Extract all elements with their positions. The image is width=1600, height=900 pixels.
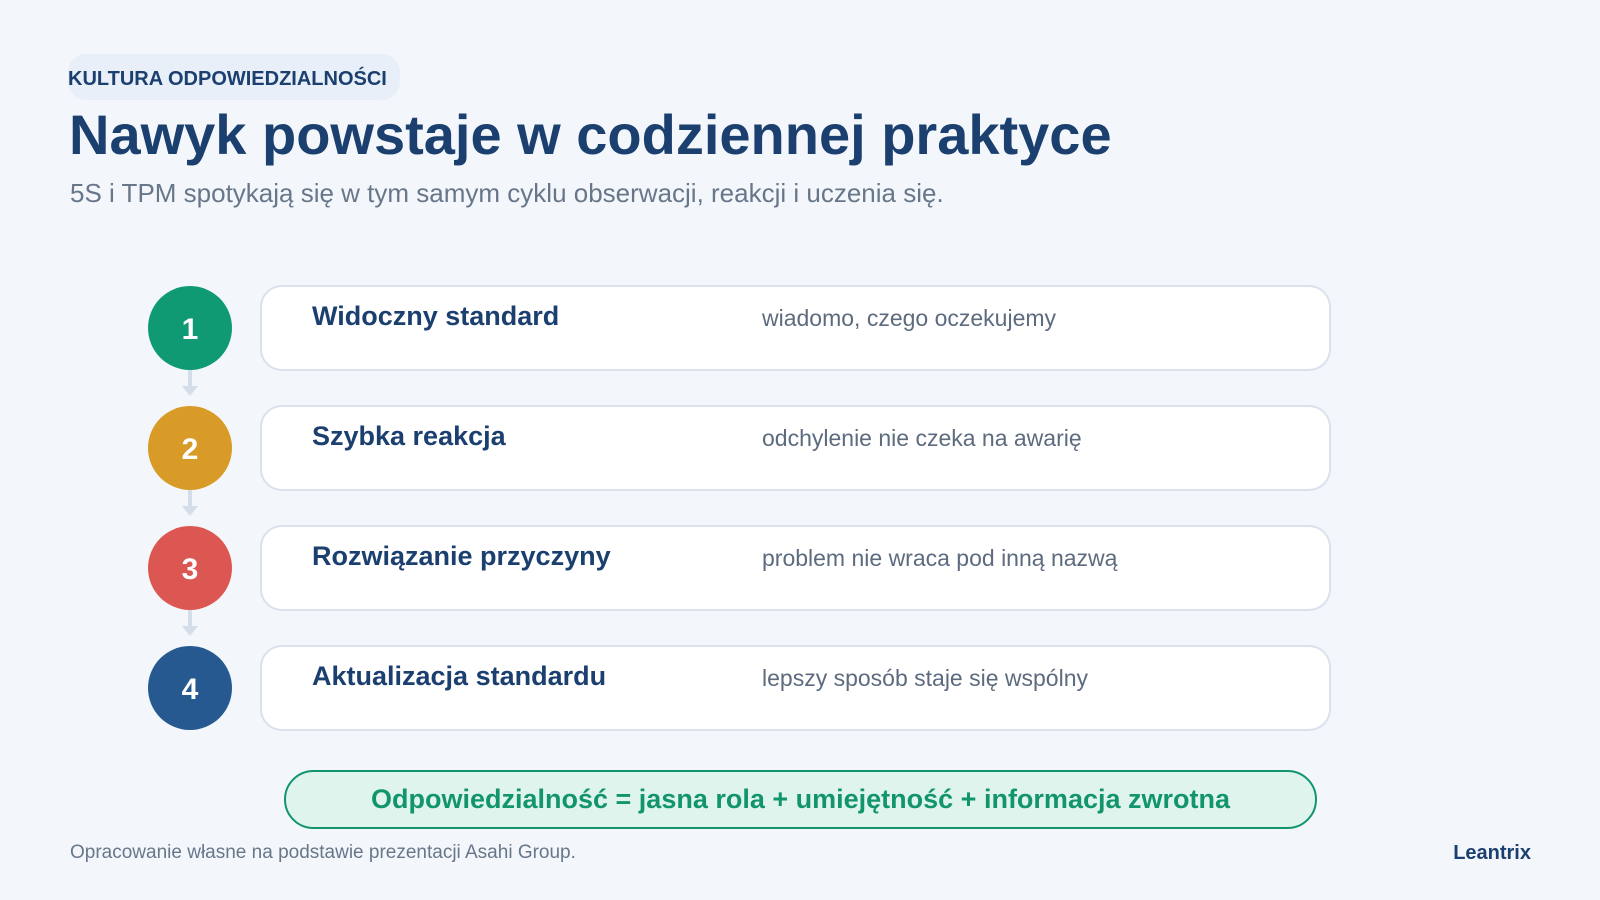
step-connector-arrow — [182, 610, 198, 640]
step-connector-arrow — [182, 370, 198, 400]
brand-logo-text: Leantrix — [1453, 842, 1531, 864]
page-title: Nawyk powstaje w codziennej praktyce — [69, 103, 1112, 166]
source-note: Opracowanie własne na podstawie prezenta… — [70, 842, 576, 863]
step-connector-arrow — [182, 490, 198, 520]
step-number-badge: 4 — [148, 646, 232, 730]
step-card: Rozwiązanie przyczyny problem nie wraca … — [260, 525, 1331, 611]
step-description: wiadomo, czego oczekujemy — [762, 305, 1057, 331]
summary-callout: Odpowiedzialność = jasna rola + umiejętn… — [284, 770, 1317, 829]
step-description: problem nie wraca pod inną nazwą — [762, 545, 1118, 571]
step-number-badge: 3 — [148, 526, 232, 610]
step-card: Szybka reakcja odchylenie nie czeka na a… — [260, 405, 1331, 491]
step-card: Widoczny standard wiadomo, czego oczekuj… — [260, 285, 1331, 371]
step-title: Aktualizacja standardu — [312, 661, 607, 691]
section-eyebrow: KULTURA ODPOWIEDZIALNOŚCI — [68, 54, 400, 100]
step-number-badge: 1 — [148, 286, 232, 370]
step-number-badge: 2 — [148, 406, 232, 490]
page-subtitle: 5S i TPM spotykają się w tym samym cyklu… — [70, 178, 944, 208]
step-title: Widoczny standard — [312, 301, 560, 331]
step-title: Szybka reakcja — [312, 421, 506, 451]
step-description: odchylenie nie czeka na awarię — [762, 425, 1082, 451]
step-description: lepszy sposób staje się wspólny — [762, 665, 1088, 691]
step-card: Aktualizacja standardu lepszy sposób sta… — [260, 645, 1331, 731]
step-title: Rozwiązanie przyczyny — [312, 541, 611, 571]
